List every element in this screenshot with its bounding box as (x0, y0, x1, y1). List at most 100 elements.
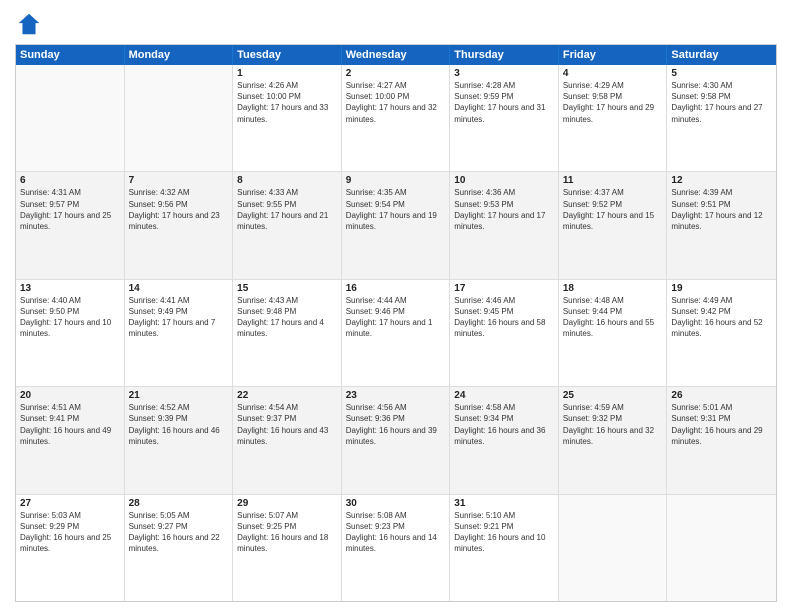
day-number: 1 (237, 68, 337, 79)
day-info: Sunrise: 4:40 AM Sunset: 9:50 PM Dayligh… (20, 295, 120, 340)
day-number: 18 (563, 283, 663, 294)
weekday-header-sunday: Sunday (16, 45, 125, 65)
day-info: Sunrise: 4:54 AM Sunset: 9:37 PM Dayligh… (237, 402, 337, 447)
day-cell-20: 20Sunrise: 4:51 AM Sunset: 9:41 PM Dayli… (16, 387, 125, 493)
day-info: Sunrise: 4:41 AM Sunset: 9:49 PM Dayligh… (129, 295, 229, 340)
day-cell-28: 28Sunrise: 5:05 AM Sunset: 9:27 PM Dayli… (125, 495, 234, 601)
day-cell-7: 7Sunrise: 4:32 AM Sunset: 9:56 PM Daylig… (125, 172, 234, 278)
day-cell-17: 17Sunrise: 4:46 AM Sunset: 9:45 PM Dayli… (450, 280, 559, 386)
day-number: 10 (454, 175, 554, 186)
day-info: Sunrise: 4:36 AM Sunset: 9:53 PM Dayligh… (454, 187, 554, 232)
day-info: Sunrise: 4:59 AM Sunset: 9:32 PM Dayligh… (563, 402, 663, 447)
day-info: Sunrise: 5:05 AM Sunset: 9:27 PM Dayligh… (129, 510, 229, 555)
day-number: 7 (129, 175, 229, 186)
day-cell-5: 5Sunrise: 4:30 AM Sunset: 9:58 PM Daylig… (667, 65, 776, 171)
day-number: 3 (454, 68, 554, 79)
calendar-row-3: 13Sunrise: 4:40 AM Sunset: 9:50 PM Dayli… (16, 279, 776, 386)
day-cell-11: 11Sunrise: 4:37 AM Sunset: 9:52 PM Dayli… (559, 172, 668, 278)
day-number: 11 (563, 175, 663, 186)
day-info: Sunrise: 4:30 AM Sunset: 9:58 PM Dayligh… (671, 80, 772, 125)
day-number: 12 (671, 175, 772, 186)
day-number: 27 (20, 498, 120, 509)
empty-cell (667, 495, 776, 601)
day-cell-8: 8Sunrise: 4:33 AM Sunset: 9:55 PM Daylig… (233, 172, 342, 278)
day-number: 20 (20, 390, 120, 401)
weekday-header-saturday: Saturday (667, 45, 776, 65)
day-info: Sunrise: 5:07 AM Sunset: 9:25 PM Dayligh… (237, 510, 337, 555)
day-number: 13 (20, 283, 120, 294)
page: SundayMondayTuesdayWednesdayThursdayFrid… (0, 0, 792, 612)
day-info: Sunrise: 4:44 AM Sunset: 9:46 PM Dayligh… (346, 295, 446, 340)
day-cell-6: 6Sunrise: 4:31 AM Sunset: 9:57 PM Daylig… (16, 172, 125, 278)
day-info: Sunrise: 4:46 AM Sunset: 9:45 PM Dayligh… (454, 295, 554, 340)
day-info: Sunrise: 4:37 AM Sunset: 9:52 PM Dayligh… (563, 187, 663, 232)
day-cell-9: 9Sunrise: 4:35 AM Sunset: 9:54 PM Daylig… (342, 172, 451, 278)
day-cell-4: 4Sunrise: 4:29 AM Sunset: 9:58 PM Daylig… (559, 65, 668, 171)
day-info: Sunrise: 4:26 AM Sunset: 10:00 PM Daylig… (237, 80, 337, 125)
day-number: 17 (454, 283, 554, 294)
day-number: 6 (20, 175, 120, 186)
empty-cell (125, 65, 234, 171)
day-cell-18: 18Sunrise: 4:48 AM Sunset: 9:44 PM Dayli… (559, 280, 668, 386)
calendar-body: 1Sunrise: 4:26 AM Sunset: 10:00 PM Dayli… (16, 65, 776, 601)
calendar: SundayMondayTuesdayWednesdayThursdayFrid… (15, 44, 777, 602)
day-info: Sunrise: 4:48 AM Sunset: 9:44 PM Dayligh… (563, 295, 663, 340)
day-info: Sunrise: 4:31 AM Sunset: 9:57 PM Dayligh… (20, 187, 120, 232)
day-info: Sunrise: 4:52 AM Sunset: 9:39 PM Dayligh… (129, 402, 229, 447)
calendar-row-1: 1Sunrise: 4:26 AM Sunset: 10:00 PM Dayli… (16, 65, 776, 171)
day-number: 2 (346, 68, 446, 79)
day-number: 19 (671, 283, 772, 294)
day-info: Sunrise: 4:33 AM Sunset: 9:55 PM Dayligh… (237, 187, 337, 232)
day-info: Sunrise: 5:03 AM Sunset: 9:29 PM Dayligh… (20, 510, 120, 555)
day-cell-12: 12Sunrise: 4:39 AM Sunset: 9:51 PM Dayli… (667, 172, 776, 278)
day-cell-30: 30Sunrise: 5:08 AM Sunset: 9:23 PM Dayli… (342, 495, 451, 601)
weekday-header-thursday: Thursday (450, 45, 559, 65)
day-cell-25: 25Sunrise: 4:59 AM Sunset: 9:32 PM Dayli… (559, 387, 668, 493)
day-cell-10: 10Sunrise: 4:36 AM Sunset: 9:53 PM Dayli… (450, 172, 559, 278)
empty-cell (16, 65, 125, 171)
day-info: Sunrise: 4:27 AM Sunset: 10:00 PM Daylig… (346, 80, 446, 125)
day-number: 22 (237, 390, 337, 401)
day-info: Sunrise: 5:10 AM Sunset: 9:21 PM Dayligh… (454, 510, 554, 555)
day-number: 8 (237, 175, 337, 186)
day-cell-3: 3Sunrise: 4:28 AM Sunset: 9:59 PM Daylig… (450, 65, 559, 171)
day-number: 9 (346, 175, 446, 186)
day-cell-1: 1Sunrise: 4:26 AM Sunset: 10:00 PM Dayli… (233, 65, 342, 171)
day-info: Sunrise: 4:49 AM Sunset: 9:42 PM Dayligh… (671, 295, 772, 340)
day-number: 24 (454, 390, 554, 401)
day-info: Sunrise: 5:08 AM Sunset: 9:23 PM Dayligh… (346, 510, 446, 555)
calendar-row-2: 6Sunrise: 4:31 AM Sunset: 9:57 PM Daylig… (16, 171, 776, 278)
calendar-row-4: 20Sunrise: 4:51 AM Sunset: 9:41 PM Dayli… (16, 386, 776, 493)
day-cell-27: 27Sunrise: 5:03 AM Sunset: 9:29 PM Dayli… (16, 495, 125, 601)
day-info: Sunrise: 4:56 AM Sunset: 9:36 PM Dayligh… (346, 402, 446, 447)
day-number: 14 (129, 283, 229, 294)
weekday-header-monday: Monday (125, 45, 234, 65)
day-cell-15: 15Sunrise: 4:43 AM Sunset: 9:48 PM Dayli… (233, 280, 342, 386)
day-info: Sunrise: 4:32 AM Sunset: 9:56 PM Dayligh… (129, 187, 229, 232)
day-cell-24: 24Sunrise: 4:58 AM Sunset: 9:34 PM Dayli… (450, 387, 559, 493)
day-number: 4 (563, 68, 663, 79)
day-cell-26: 26Sunrise: 5:01 AM Sunset: 9:31 PM Dayli… (667, 387, 776, 493)
day-number: 29 (237, 498, 337, 509)
empty-cell (559, 495, 668, 601)
day-info: Sunrise: 4:35 AM Sunset: 9:54 PM Dayligh… (346, 187, 446, 232)
day-info: Sunrise: 4:43 AM Sunset: 9:48 PM Dayligh… (237, 295, 337, 340)
day-number: 16 (346, 283, 446, 294)
day-number: 15 (237, 283, 337, 294)
day-number: 21 (129, 390, 229, 401)
day-info: Sunrise: 4:51 AM Sunset: 9:41 PM Dayligh… (20, 402, 120, 447)
logo-icon (15, 10, 43, 38)
day-info: Sunrise: 4:39 AM Sunset: 9:51 PM Dayligh… (671, 187, 772, 232)
day-cell-2: 2Sunrise: 4:27 AM Sunset: 10:00 PM Dayli… (342, 65, 451, 171)
header (15, 10, 777, 38)
day-number: 26 (671, 390, 772, 401)
day-info: Sunrise: 4:58 AM Sunset: 9:34 PM Dayligh… (454, 402, 554, 447)
weekday-header-friday: Friday (559, 45, 668, 65)
weekday-header-tuesday: Tuesday (233, 45, 342, 65)
day-number: 31 (454, 498, 554, 509)
weekday-header-wednesday: Wednesday (342, 45, 451, 65)
calendar-row-5: 27Sunrise: 5:03 AM Sunset: 9:29 PM Dayli… (16, 494, 776, 601)
day-number: 25 (563, 390, 663, 401)
day-number: 28 (129, 498, 229, 509)
day-cell-23: 23Sunrise: 4:56 AM Sunset: 9:36 PM Dayli… (342, 387, 451, 493)
